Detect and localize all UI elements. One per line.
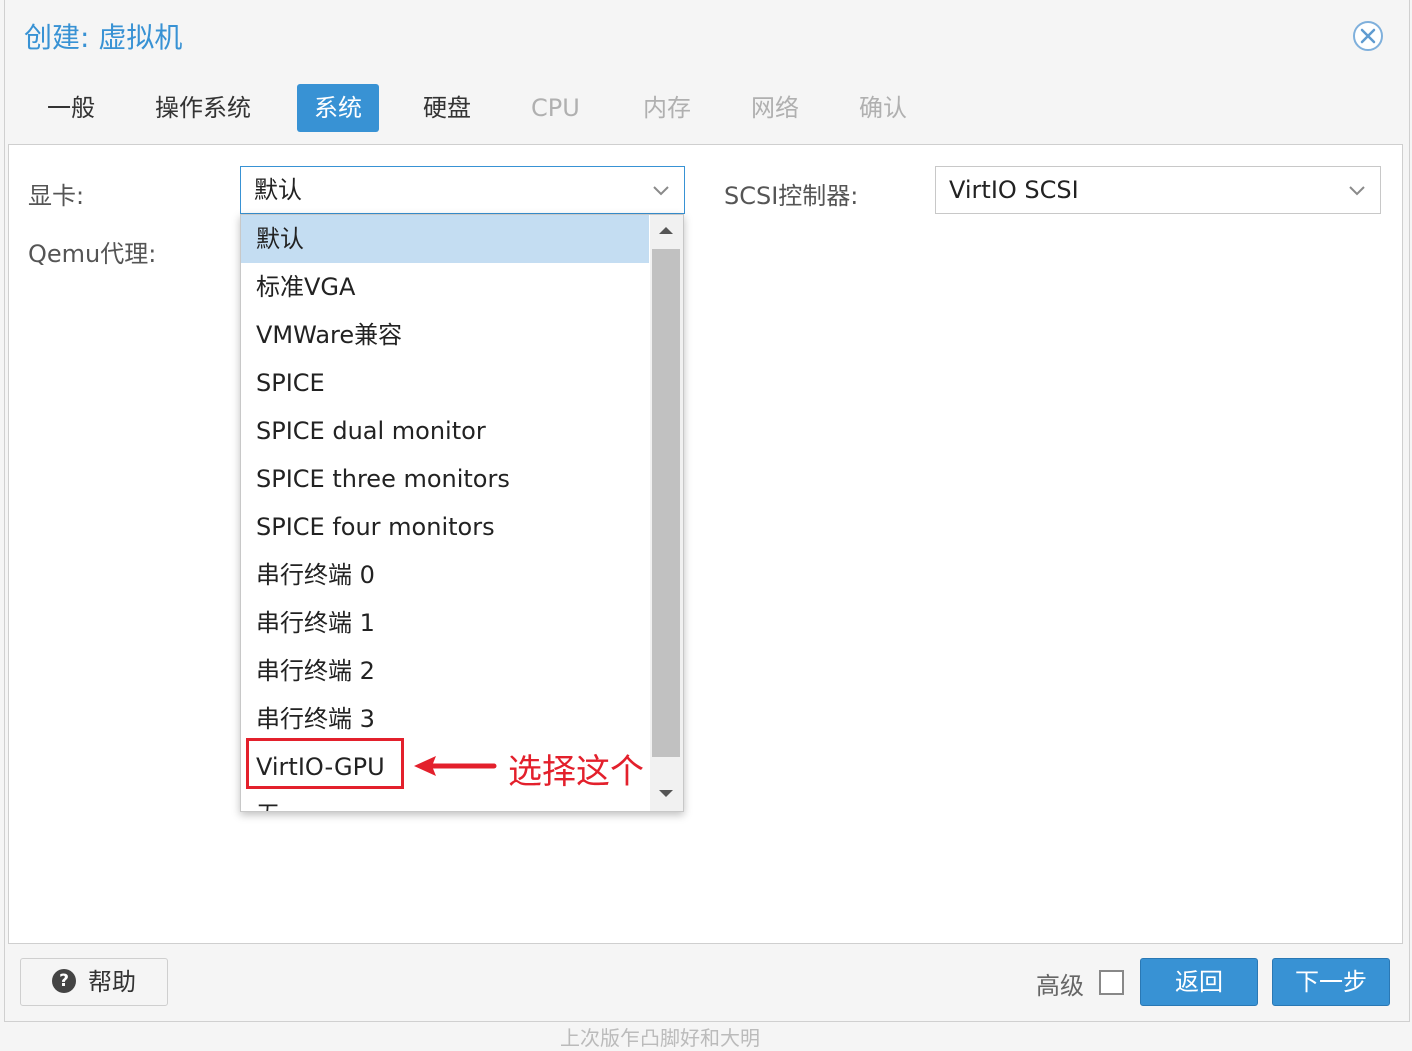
tab-disk[interactable]: 硬盘 xyxy=(406,84,488,132)
tab-memory: 内存 xyxy=(643,94,691,122)
display-dropdown-list: 默认 标准VGA VMWare兼容 SPICE SPICE dual monit… xyxy=(240,214,684,812)
dropdown-option[interactable]: SPICE four monitors xyxy=(241,503,649,551)
dropdown-option[interactable]: VMWare兼容 xyxy=(241,311,649,359)
help-button-label: 帮助 xyxy=(88,968,136,996)
tab-confirm: 确认 xyxy=(859,94,907,122)
tab-cpu: CPU xyxy=(531,94,580,122)
advanced-label: 高级 xyxy=(1036,972,1084,1000)
scsi-controller-select[interactable]: VirtIO SCSI xyxy=(935,166,1381,214)
back-button[interactable]: 返回 xyxy=(1140,958,1258,1006)
tab-network: 网络 xyxy=(751,94,799,122)
dropdown-option[interactable]: SPICE xyxy=(241,359,649,407)
qemu-agent-label: Qemu代理: xyxy=(28,240,157,268)
help-icon: ? xyxy=(52,969,76,993)
annotation-arrow-icon xyxy=(414,756,497,776)
close-icon[interactable] xyxy=(1352,20,1384,52)
dialog-title: 创建: 虚拟机 xyxy=(24,21,183,54)
scrollbar-thumb[interactable] xyxy=(652,249,680,757)
scsi-controller-value: VirtIO SCSI xyxy=(949,176,1079,204)
display-select-value: 默认 xyxy=(254,176,302,204)
dropdown-option[interactable]: 串行终端 0 xyxy=(241,551,649,599)
display-select[interactable]: 默认 xyxy=(240,166,685,214)
scroll-up-arrow-icon[interactable] xyxy=(658,225,674,235)
chevron-down-icon xyxy=(653,186,669,196)
dropdown-option[interactable]: 串行终端 2 xyxy=(241,647,649,695)
scroll-down-arrow-icon[interactable] xyxy=(658,789,674,799)
dropdown-option[interactable]: 标准VGA xyxy=(241,263,649,311)
dropdown-option[interactable]: 无 xyxy=(241,791,649,811)
help-button[interactable]: ? 帮助 xyxy=(20,958,168,1006)
chevron-down-icon xyxy=(1349,186,1365,196)
background-page-text: 上次版乍凸脚好和大明 xyxy=(560,1026,760,1050)
advanced-checkbox[interactable] xyxy=(1099,970,1124,995)
dropdown-option[interactable]: 串行终端 1 xyxy=(241,599,649,647)
dropdown-option[interactable]: 串行终端 3 xyxy=(241,695,649,743)
tab-os[interactable]: 操作系统 xyxy=(138,84,268,132)
tab-general[interactable]: 一般 xyxy=(30,84,112,132)
display-label: 显卡: xyxy=(28,182,85,210)
dropdown-option[interactable]: SPICE dual monitor xyxy=(241,407,649,455)
scsi-controller-label: SCSI控制器: xyxy=(724,182,859,210)
system-panel xyxy=(8,144,1403,944)
dropdown-scrollbar[interactable] xyxy=(650,215,683,811)
tab-system[interactable]: 系统 xyxy=(297,84,379,132)
dropdown-option[interactable]: 默认 xyxy=(241,215,649,263)
annotation-highlight-box xyxy=(246,738,404,789)
annotation-text: 选择这个 xyxy=(508,752,644,792)
dropdown-option[interactable]: SPICE three monitors xyxy=(241,455,649,503)
next-button[interactable]: 下一步 xyxy=(1272,958,1390,1006)
